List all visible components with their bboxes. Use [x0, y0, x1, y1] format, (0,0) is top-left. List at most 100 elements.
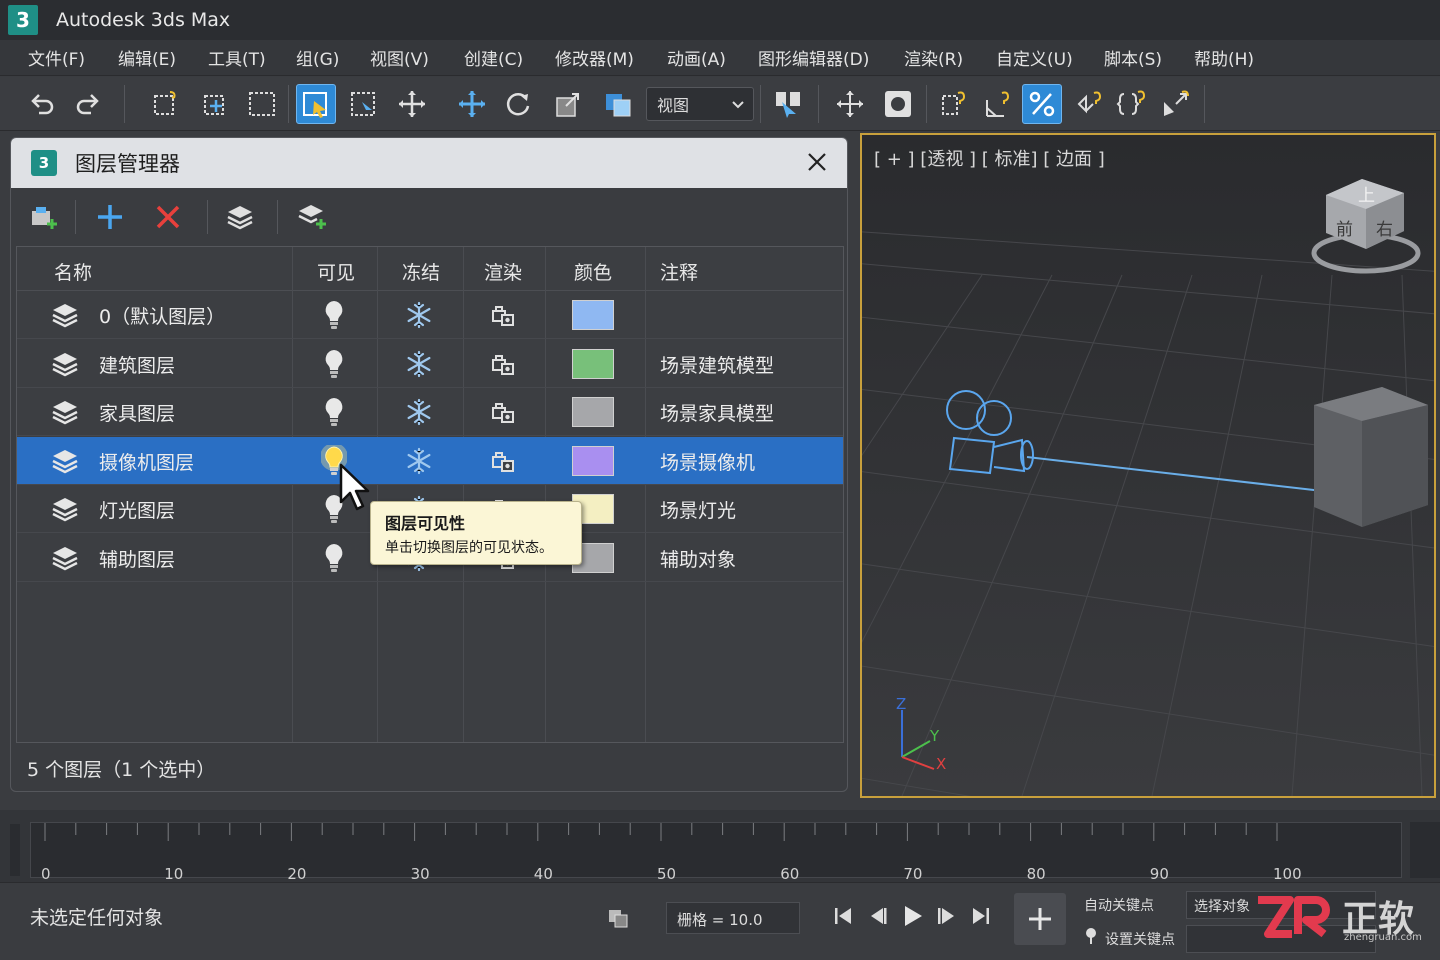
go-to-start-icon[interactable]: [832, 905, 854, 931]
layer-name[interactable]: 摄像机图层: [99, 448, 194, 475]
freeze-snowflake-icon[interactable]: [405, 350, 433, 382]
menu-views[interactable]: 视图(V): [370, 45, 429, 70]
freeze-snowflake-icon[interactable]: [405, 301, 433, 333]
redo-icon[interactable]: [68, 84, 108, 124]
time-slider-track[interactable]: 0 10 20 30 40 50 60 70 80 90 100: [30, 822, 1402, 883]
select-by-name-icon[interactable]: [344, 84, 384, 124]
auto-key-label[interactable]: 自动关键点: [1084, 895, 1154, 915]
column-header-render[interactable]: 渲染: [484, 258, 522, 285]
menu-create[interactable]: 创建(C): [464, 45, 523, 70]
layer-color-swatch[interactable]: [572, 397, 614, 427]
layer-row[interactable]: 0（默认图层）: [17, 291, 843, 339]
set-key-label[interactable]: 设置关键点: [1105, 929, 1175, 949]
set-key-button[interactable]: [1014, 893, 1066, 945]
visibility-bulb-icon[interactable]: [321, 348, 347, 384]
select-object-icon[interactable]: [296, 84, 336, 124]
select-region-icon[interactable]: [242, 84, 282, 124]
layer-color-swatch[interactable]: [572, 300, 614, 330]
viewport-label[interactable]: [ + ] [透视 ] [ 标准] [ 边面 ]: [874, 145, 1105, 171]
viewcube-top-label[interactable]: 上: [1358, 181, 1375, 206]
layer-name[interactable]: 灯光图层: [99, 496, 175, 523]
add-layer-icon[interactable]: [91, 198, 129, 236]
menu-group[interactable]: 组(G): [296, 45, 339, 70]
snaps-toggle-icon[interactable]: [934, 84, 974, 124]
column-header-color[interactable]: 颜色: [574, 258, 612, 285]
keyboard-shortcut-icon[interactable]: [878, 84, 918, 124]
column-header-name[interactable]: 名称: [54, 258, 92, 285]
menu-modifiers[interactable]: 修改器(M): [555, 45, 634, 70]
menu-animation[interactable]: 动画(A): [667, 45, 726, 70]
close-icon[interactable]: [805, 150, 829, 174]
render-teapot-icon[interactable]: [490, 351, 516, 381]
freeze-snowflake-icon[interactable]: [405, 447, 433, 479]
layer-color-swatch[interactable]: [572, 348, 614, 379]
tooltip-description: 单击切换图层的可见状态。: [385, 540, 553, 556]
viewcube-front-label[interactable]: 前: [1336, 215, 1353, 240]
menu-customize[interactable]: 自定义(U): [996, 45, 1073, 70]
isolate-selection-icon[interactable]: [606, 905, 630, 933]
select-link-icon[interactable]: [146, 84, 186, 124]
menu-edit[interactable]: 编辑(E): [118, 45, 176, 70]
undo-icon[interactable]: [22, 84, 62, 124]
menu-graph-editors[interactable]: 图形编辑器(D): [758, 45, 869, 70]
chevron-down-icon: [731, 96, 745, 115]
place-icon[interactable]: [598, 84, 638, 124]
mirror-icon[interactable]: [1156, 84, 1196, 124]
visibility-bulb-icon[interactable]: [321, 396, 347, 432]
layer-name[interactable]: 建筑图层: [99, 351, 175, 378]
timeline-right-handle[interactable]: [1410, 822, 1440, 878]
delete-layer-icon[interactable]: [149, 198, 187, 236]
column-header-notes[interactable]: 注释: [660, 258, 698, 285]
perspective-viewport[interactable]: [ + ] [透视 ] [ 标准] [ 边面 ] 上 前 右 Z Y X: [860, 133, 1436, 798]
timeline-frame-label: 0: [41, 865, 51, 883]
timeline-ticks: [44, 823, 1278, 841]
layer-name[interactable]: 辅助图层: [99, 545, 175, 572]
layers-stack-icon[interactable]: [221, 198, 259, 236]
layer-row[interactable]: 建筑图层 场景建筑模型: [17, 340, 843, 388]
timeline-frame-label: 30: [410, 865, 430, 883]
layer-icon: [51, 495, 79, 527]
viewcube-right-label[interactable]: 右: [1376, 215, 1393, 240]
render-teapot-icon[interactable]: [490, 399, 516, 429]
pivot-icon[interactable]: [768, 84, 808, 124]
layer-name[interactable]: 0（默认图层）: [99, 302, 225, 329]
add-to-layer-icon[interactable]: [293, 198, 331, 236]
layer-color-swatch[interactable]: [572, 445, 614, 476]
coordinate-system-dropdown[interactable]: 视图: [646, 87, 754, 121]
spinner-snap-icon[interactable]: [1070, 84, 1110, 124]
manipulate-icon[interactable]: [830, 84, 870, 124]
tooltip-title: 图层可见性: [385, 514, 466, 533]
layer-row[interactable]: 摄像机图层 场景摄像机: [17, 436, 843, 485]
menu-file[interactable]: 文件(F): [28, 45, 85, 70]
zr-logo-icon: [1258, 896, 1330, 938]
rotate-icon[interactable]: [498, 84, 538, 124]
create-layer-from-selection-icon[interactable]: [25, 198, 63, 236]
column-header-freeze[interactable]: 冻结: [402, 258, 440, 285]
unlink-icon[interactable]: [196, 84, 236, 124]
edit-named-selection-icon[interactable]: [1112, 84, 1152, 124]
go-to-end-icon[interactable]: [970, 905, 992, 931]
layer-name[interactable]: 家具图层: [99, 399, 175, 426]
angle-snap-icon[interactable]: [978, 84, 1018, 124]
column-header-visible[interactable]: 可见: [317, 258, 355, 285]
render-teapot-icon[interactable]: [490, 448, 516, 478]
freeze-snowflake-icon[interactable]: [405, 398, 433, 430]
next-frame-icon[interactable]: [935, 905, 957, 931]
scale-icon[interactable]: [548, 84, 588, 124]
percent-snap-icon[interactable]: [1022, 84, 1062, 124]
previous-frame-icon[interactable]: [868, 905, 890, 931]
select-move-icon[interactable]: [452, 84, 492, 124]
layer-row[interactable]: 家具图层 场景家具模型: [17, 388, 843, 436]
visibility-bulb-icon[interactable]: [321, 542, 347, 578]
visibility-bulb-icon[interactable]: [321, 299, 347, 335]
menu-help[interactable]: 帮助(H): [1194, 45, 1254, 70]
move-icon[interactable]: [392, 84, 432, 124]
layer-note: 场景建筑模型: [660, 354, 775, 377]
render-teapot-icon[interactable]: [490, 302, 516, 332]
menu-rendering[interactable]: 渲染(R): [904, 45, 963, 70]
menu-tools[interactable]: 工具(T): [208, 45, 266, 70]
play-icon[interactable]: [901, 903, 925, 933]
timeline-left-handle[interactable]: [10, 824, 20, 876]
layer-manager-toolbar: [11, 188, 847, 246]
menu-scripting[interactable]: 脚本(S): [1104, 45, 1162, 70]
